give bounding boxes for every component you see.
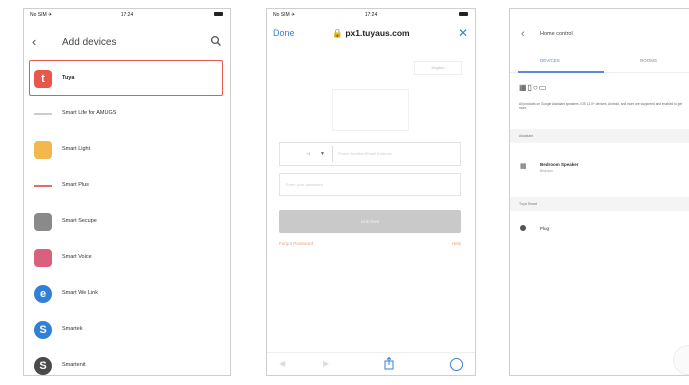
- password-placeholder: Enter your password: [286, 182, 323, 187]
- compass-icon[interactable]: [450, 358, 463, 371]
- smart-plus-icon: [34, 185, 52, 187]
- list-item[interactable]: S Smartenit: [24, 348, 230, 375]
- app-header: ‹ Home control: [510, 22, 689, 48]
- speaker-room: Bedroom: [540, 169, 553, 173]
- device-label: Smartek: [62, 326, 83, 332]
- forgot-password-link[interactable]: Forgot Password: [279, 241, 313, 246]
- phone-input-row[interactable]: +1 ▼ Phone Number/Email Address: [279, 142, 461, 166]
- clock: 17:24: [364, 12, 378, 18]
- search-icon[interactable]: [210, 35, 222, 47]
- device-label: Smart Secupe: [62, 218, 97, 224]
- active-tab-indicator: [518, 71, 604, 73]
- url-label: 🔒 px1.tuyaus.com: [332, 28, 410, 38]
- tab-rooms[interactable]: ROOMS: [640, 58, 657, 63]
- list-item[interactable]: Smart Plus: [24, 168, 230, 204]
- divider: [332, 146, 333, 162]
- back-arrow-icon[interactable]: ‹: [521, 28, 525, 40]
- section-header: Tuya Smart: [510, 197, 689, 211]
- battery-icon: [214, 12, 223, 16]
- list-item[interactable]: e Smart We Link: [24, 276, 230, 312]
- list-item[interactable]: S Smartek: [24, 312, 230, 348]
- share-icon[interactable]: [383, 357, 395, 370]
- device-label: Smart Plus: [62, 182, 89, 188]
- device-label: Tuya: [62, 75, 75, 81]
- device-type-icons: ▦▯○▭: [519, 83, 548, 92]
- add-button[interactable]: [673, 345, 689, 375]
- light-icon: [34, 141, 52, 159]
- forward-icon[interactable]: ▶: [323, 359, 329, 368]
- description-text: All products on Google Assistant speaker…: [519, 102, 683, 111]
- battery-icon: [459, 12, 468, 16]
- camera-icon: [34, 213, 52, 231]
- plug-icon: [520, 225, 526, 231]
- section-label: Tuya Smart: [519, 202, 537, 206]
- link-button[interactable]: Link Now: [279, 210, 461, 233]
- password-input[interactable]: Enter your password: [279, 173, 461, 196]
- back-icon[interactable]: ◀: [279, 359, 285, 368]
- close-icon[interactable]: ✕: [458, 26, 468, 40]
- status-bar: [510, 9, 689, 22]
- status-bar: No SIM ✈ 17:24: [267, 9, 475, 22]
- smartek-icon: S: [34, 321, 52, 339]
- account-input[interactable]: Phone Number/Email Address: [338, 151, 392, 156]
- section-header: Assistant: [510, 129, 689, 143]
- status-bar: No SIM ✈ 17:24: [24, 9, 230, 22]
- we-link-icon: e: [34, 285, 52, 303]
- list-item[interactable]: Smart Voice: [24, 240, 230, 276]
- speaker-name[interactable]: Bedroom Speaker: [540, 162, 579, 167]
- list-item[interactable]: Smart Secupe: [24, 204, 230, 240]
- brand-logo-placeholder: [332, 89, 409, 131]
- section-label: Assistant: [519, 134, 534, 138]
- language-selector[interactable]: English: [414, 61, 462, 75]
- device-label: Smart Life for AMUGS: [62, 110, 117, 116]
- country-code[interactable]: +1: [306, 151, 311, 156]
- chevron-down-icon[interactable]: ▼: [320, 151, 325, 157]
- tuya-logo-icon: t: [34, 70, 52, 88]
- tuya-login-screen: No SIM ✈ 17:24 Done 🔒 px1.tuyaus.com ✕ E…: [266, 8, 476, 376]
- browser-toolbar: ◀ ▶: [267, 352, 475, 375]
- voice-icon: [34, 249, 52, 267]
- device-list: t Tuya Smart Life for AMUGS Smart Light Smar…: [24, 60, 230, 375]
- device-label: Smart Voice: [62, 254, 92, 260]
- plug-device[interactable]: Plug: [540, 226, 549, 231]
- list-item[interactable]: t Tuya: [29, 60, 223, 96]
- browser-bar: Done 🔒 px1.tuyaus.com ✕: [267, 22, 475, 52]
- tab-bar: DEVICES ROOMS: [510, 48, 689, 73]
- device-label: Smart Light: [62, 146, 91, 152]
- clock: 17:24: [120, 12, 134, 18]
- app-header: ‹ Add devices: [24, 22, 230, 60]
- page-title: Add devices: [62, 37, 117, 48]
- smartenit-icon: S: [34, 357, 52, 375]
- tab-devices[interactable]: DEVICES: [540, 58, 560, 63]
- device-label: Smartenit: [62, 362, 86, 368]
- list-item[interactable]: Smart Light: [24, 132, 230, 168]
- smart-life-icon: [34, 113, 52, 115]
- page-title: Home control: [540, 31, 573, 37]
- add-devices-screen: No SIM ✈ 17:24 ‹ Add devices t Tuya Smart …: [23, 8, 231, 376]
- list-item[interactable]: Smart Life for AMUGS: [24, 96, 230, 132]
- back-arrow-icon[interactable]: ‹: [32, 34, 36, 49]
- help-link[interactable]: Help: [452, 241, 461, 246]
- speaker-icon: ▦: [520, 163, 527, 170]
- device-label: Smart We Link: [62, 290, 98, 296]
- home-control-screen: ‹ Home control DEVICES ROOMS ▦▯○▭ All pr…: [509, 8, 689, 376]
